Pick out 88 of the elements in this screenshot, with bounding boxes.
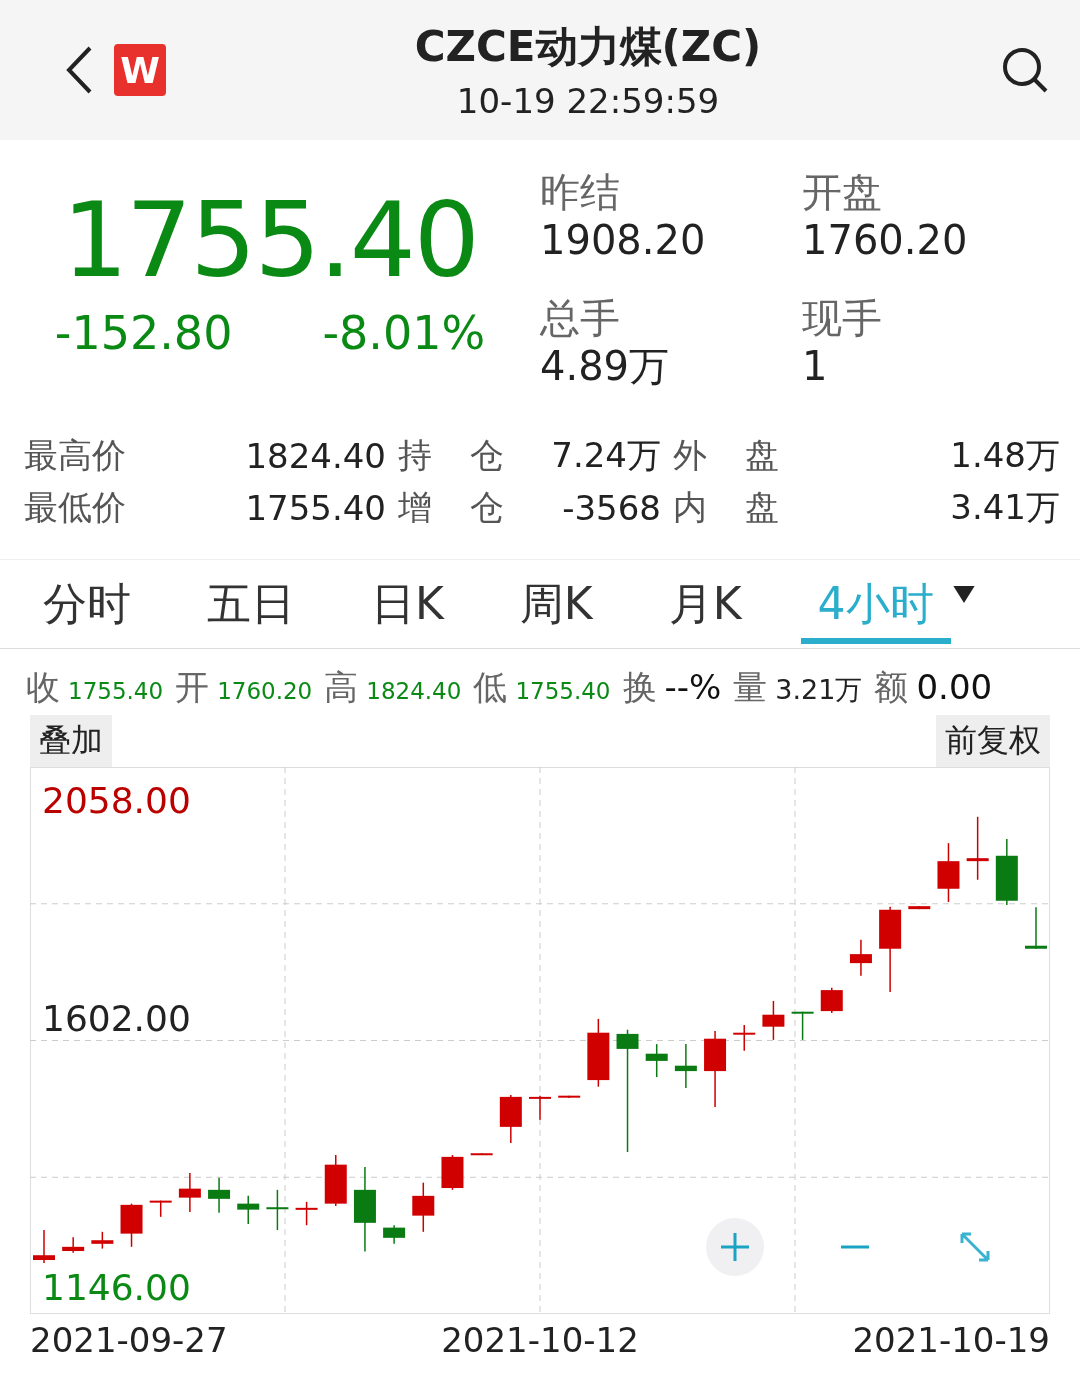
field-value: 1908.20 [540, 216, 707, 264]
candlestick [383, 1224, 406, 1245]
stat-label: 最高价 [24, 434, 127, 477]
candlestick [529, 1094, 551, 1121]
x-axis-label: 2021-10-19 [852, 1320, 1050, 1360]
candlestick [820, 986, 843, 1014]
candlestick [120, 1202, 143, 1248]
candlestick [499, 1094, 522, 1144]
stat-label: 内盘 [673, 486, 779, 529]
candlestick [295, 1201, 318, 1226]
summary-label: 低 [473, 666, 508, 709]
candlestick [937, 842, 960, 903]
period-tab[interactable]: 日K [354, 564, 461, 644]
summary-label: 量 [733, 666, 768, 709]
period-tab[interactable]: 月K [651, 564, 759, 644]
x-axis-label: 2021-10-12 [441, 1320, 639, 1360]
instrument-title: CZCE动力煤(ZC) [414, 21, 762, 73]
stat-label: 增仓 [398, 486, 504, 529]
candlestick [266, 1189, 289, 1231]
candlestick [1025, 906, 1047, 950]
summary-label: 高 [324, 666, 359, 709]
candlestick [645, 1043, 668, 1078]
y-axis-label: 1602.00 [42, 997, 191, 1039]
candlestick [558, 1094, 581, 1099]
y-axis-label: 1146.00 [42, 1267, 191, 1308]
candlestick [178, 1172, 201, 1213]
x-axis-label: 2021-09-27 [30, 1320, 228, 1360]
back-icon[interactable] [64, 45, 94, 95]
field-label: 现手 [802, 294, 883, 342]
stat-label: 持仓 [398, 434, 504, 477]
field-label: 总手 [540, 294, 621, 342]
chart-option-button[interactable]: 前复权 [936, 715, 1050, 767]
summary-label: 额 [874, 666, 909, 709]
candlestick [33, 1229, 55, 1264]
zoom-in-button[interactable] [706, 1218, 764, 1276]
candlestick [412, 1181, 435, 1233]
summary-label: 换 [622, 666, 657, 709]
field-value: 1760.20 [802, 216, 969, 264]
field-value: 4.89万 [540, 342, 671, 390]
candlestick [849, 939, 872, 977]
search-icon[interactable] [1000, 45, 1050, 95]
period-tab[interactable]: 周K [502, 564, 610, 644]
stat-label: 外盘 [673, 434, 779, 477]
stat-value: 1.48万 [949, 434, 1060, 477]
summary-value: 1824.40 [366, 678, 462, 704]
summary-value: 1755.40 [68, 678, 164, 704]
field-label: 开盘 [802, 168, 883, 216]
stat-value: 1755.40 [244, 488, 386, 528]
candlestick [91, 1231, 114, 1250]
caret-icon[interactable] [952, 585, 975, 603]
stat-value: 1824.40 [244, 436, 386, 476]
stat-label: 最低价 [24, 486, 127, 529]
last-price: 1755.40 [61, 188, 479, 292]
field-label: 昨结 [540, 168, 621, 216]
stat-value: 3.41万 [949, 486, 1060, 529]
percent-change: -8.01% [322, 306, 486, 360]
stat-value: 7.24万 [550, 434, 661, 477]
candlestick [149, 1199, 172, 1218]
candlestick [237, 1195, 260, 1225]
period-tab[interactable]: 五日 [190, 564, 312, 644]
chart-option-button[interactable]: 叠加 [30, 715, 112, 767]
candlestick [470, 1152, 493, 1156]
summary-label: 收 [26, 666, 60, 709]
candlestick [791, 1010, 814, 1041]
summary-value: 1755.40 [515, 678, 611, 704]
app-logo: W [114, 44, 166, 96]
summary-value: --% [664, 667, 722, 707]
candlestick [966, 816, 989, 881]
candlestick [441, 1154, 464, 1191]
candlestick [733, 1024, 756, 1052]
field-value: 1 [802, 342, 829, 390]
candlestick [587, 1018, 610, 1088]
candlestick [995, 838, 1018, 906]
candlestick [324, 1154, 347, 1207]
stat-value: -3568 [561, 488, 661, 528]
summary-value: 0.00 [916, 667, 993, 707]
timestamp: 10-19 22:59:59 [456, 81, 720, 121]
period-tab[interactable]: 分时 [26, 564, 148, 644]
candlestick [62, 1236, 85, 1254]
candlestick [908, 905, 931, 910]
price-change: -152.80 [54, 306, 233, 360]
summary-value: 3.21万 [775, 673, 863, 707]
candlestick [208, 1177, 231, 1214]
y-axis-label: 2058.00 [42, 780, 191, 821]
summary-label: 开 [175, 666, 210, 709]
candlestick [762, 1000, 785, 1041]
candlestick [674, 1043, 697, 1089]
summary-value: 1760.20 [217, 678, 313, 704]
